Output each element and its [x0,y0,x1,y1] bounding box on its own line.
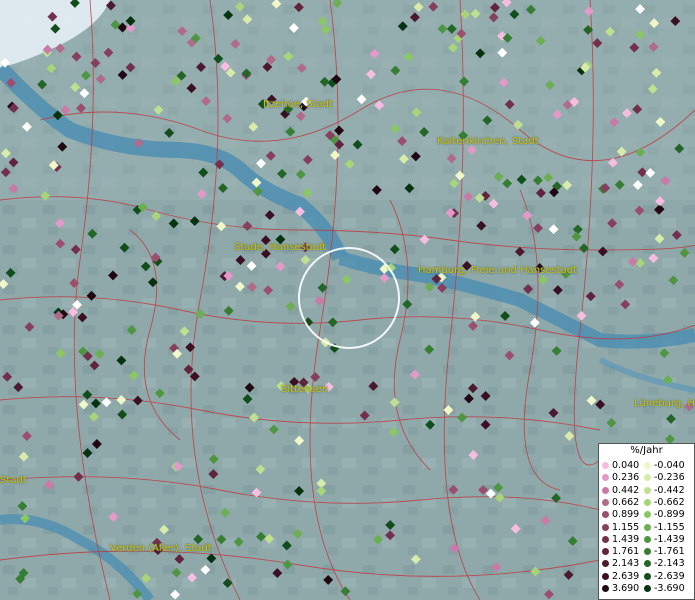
legend-entry-negative: -1.155 [644,522,685,534]
legend-value: -3.690 [654,583,685,594]
legend-value: -0.662 [654,496,685,508]
legend-entry-negative: -0.899 [644,509,685,521]
city-label-stade: Stade, Hansestadt [234,242,327,253]
legend-entry-negative: -2.639 [644,571,685,583]
legend-entry-positive: 2.143 [602,558,639,570]
legend-value: -1.439 [654,533,685,545]
legend-swatch [644,548,651,556]
map-view[interactable]: Itzehoe, Stadt Kaltenkirchen, Stadt Stad… [0,0,695,600]
legend-title: %/Jahr [630,445,663,456]
legend-entry-positive: 1.155 [602,522,639,534]
city-label-itzehoe: Itzehoe, Stadt [263,99,333,110]
legend-swatch [644,560,651,568]
legend-entry-positive: 0.040 [602,460,639,472]
legend-swatch [602,560,609,568]
legend-swatch [644,462,651,469]
legend-swatch [602,474,609,482]
legend-entry-positive: 1.439 [602,534,639,546]
legend-value: -0.442 [654,484,685,496]
legend-entry-positive: 0.236 [602,472,639,484]
legend-entry-negative: -3.690 [644,583,685,595]
legend-value: 3.690 [612,583,640,594]
legend-entry-positive: 1.761 [602,546,639,558]
map-canvas [0,0,695,600]
legend-swatch [644,535,651,543]
legend-entry-positive: 3.690 [602,583,639,595]
legend-swatch [644,511,651,519]
legend-value: 1.439 [612,533,640,545]
legend-swatch [602,535,609,543]
legend-swatch [644,474,651,482]
city-label-lueneburg: Lüneburg, Hansestadt [634,398,695,409]
legend-value: -0.236 [654,472,685,484]
city-label-stadt: Stadt [0,475,27,486]
legend-swatch [602,486,609,494]
legend-swatch [644,486,651,494]
legend-value: 0.899 [612,509,640,521]
legend-swatch [602,523,609,531]
legend-swatch [602,572,609,580]
city-label-sittensen: Sittensen [281,384,329,395]
legend-entry-positive: 0.662 [602,497,639,509]
legend-value: -2.143 [654,558,685,570]
city-label-verden: Verden (Aller), Stadt [110,543,212,554]
legend-entry-positive: 2.639 [602,571,639,583]
legend-entry-negative: -0.662 [644,497,685,509]
legend-entry-positive: 0.442 [602,485,639,497]
legend-value: -0.040 [654,460,685,471]
legend-entry-negative: -0.442 [644,485,685,497]
legend-swatch [602,511,609,519]
legend-value: 2.639 [612,570,640,582]
legend-value: -1.155 [654,521,685,533]
legend-entry-positive: 0.899 [602,509,639,521]
legend-swatch [644,585,651,592]
legend-value: 1.155 [612,521,640,533]
legend-swatch [644,572,651,580]
legend-swatch [602,548,609,556]
legend-value: 0.662 [612,496,640,508]
legend-value: 0.040 [612,460,640,471]
legend-value: 0.236 [612,472,640,484]
legend-entry-negative: -2.143 [644,558,685,570]
legend-value: -1.761 [654,546,685,558]
legend-entry-negative: -1.761 [644,546,685,558]
legend-swatch [644,498,651,506]
legend-value: -2.639 [654,570,685,582]
legend-entry-negative: -0.236 [644,472,685,484]
legend-swatch [644,523,651,531]
city-label-hamburg: Hamburg, Freie und Hansestadt [418,265,577,276]
legend-entry-negative: -1.439 [644,534,685,546]
legend-value: -0.899 [654,509,685,521]
legend-swatch [602,462,609,469]
legend-entry-negative: -0.040 [644,460,685,472]
legend-value: 2.143 [612,558,640,570]
city-label-kaltenkirchen: Kaltenkirchen, Stadt [437,136,539,147]
legend-value: 1.761 [612,546,640,558]
legend: %/Jahr 0.040 -0.040 0.236 -0.236 0.442 -0.442… [598,443,695,600]
legend-swatch [602,498,609,506]
legend-value: 0.442 [612,484,640,496]
legend-swatch [602,585,609,592]
